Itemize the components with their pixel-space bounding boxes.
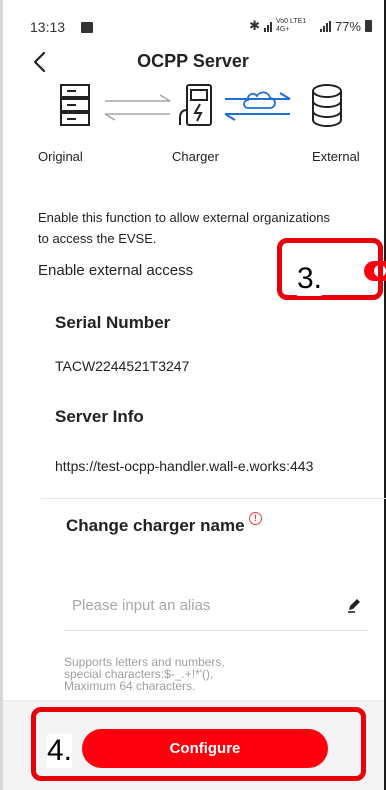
screen-edge-left	[0, 0, 3, 790]
external-link-arrows	[224, 92, 291, 121]
charger-icon	[179, 84, 212, 126]
annotation-step-4: 4.	[47, 734, 73, 768]
connection-diagram	[60, 84, 342, 127]
serial-number-title: Serial Number	[55, 313, 171, 332]
annotation-box-step-4	[31, 707, 366, 781]
status-bar: 13:13 ✱ Vo0 LTE1 4G+ 77%	[30, 18, 372, 40]
network-type-text: Vo0 LTE1 4G+	[275, 18, 307, 33]
database-icon	[312, 84, 342, 127]
server-info-value: https://test-ocpp-handler.wall-e.works:4…	[55, 458, 314, 474]
info-icon[interactable]: !	[249, 512, 262, 525]
section-divider	[41, 498, 386, 499]
diagram-label-original: Original	[38, 149, 83, 164]
alias-hint: Supports letters and numbers, special ch…	[64, 655, 225, 693]
alias-input[interactable]	[72, 597, 312, 614]
annotation-step-3: 3.	[297, 262, 323, 296]
server-info-title: Server Info	[55, 407, 144, 426]
alias-input-underline	[64, 630, 369, 631]
server-icon	[60, 84, 90, 126]
change-charger-name-title: Change charger name	[66, 516, 245, 535]
diagram-label-external: External	[312, 149, 360, 164]
original-link-arrows	[104, 94, 171, 121]
annotation-box-step-3	[277, 238, 383, 300]
battery-level: 77%	[334, 18, 361, 34]
page-title: OCPP Server	[137, 51, 249, 71]
gallery-notification-icon	[81, 22, 93, 33]
cloud-icon	[243, 91, 276, 109]
wifi-signal-icon	[263, 21, 272, 32]
serial-number-value: TACW2244521T3247	[55, 358, 190, 374]
bluetooth-icon: ✱	[249, 18, 260, 33]
diagram-label-charger: Charger	[172, 149, 219, 164]
cell-signal-icon	[319, 20, 331, 32]
battery-icon	[365, 20, 372, 32]
status-time: 13:13	[30, 19, 66, 35]
status-indicators: ✱ Vo0 LTE1 4G+ 77%	[249, 18, 372, 34]
external-access-label: Enable external access	[38, 262, 194, 279]
pencil-icon[interactable]	[346, 597, 362, 613]
